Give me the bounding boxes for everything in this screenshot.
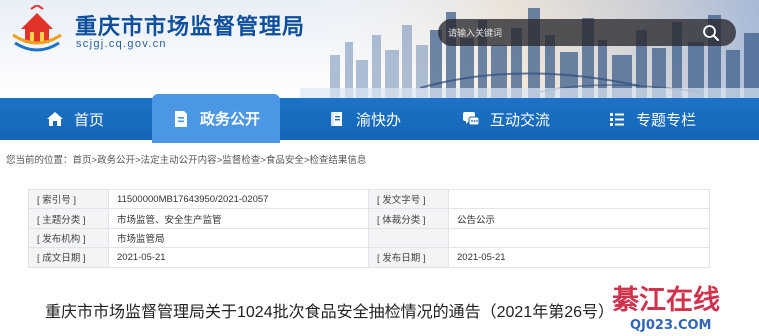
nav-item-label: 首页 (74, 111, 105, 129)
search-icon[interactable] (702, 24, 720, 42)
chat-icon (463, 112, 480, 126)
breadcrumb-item-food-safety[interactable]: 食品安全 (266, 155, 304, 166)
search-box (438, 19, 736, 46)
issuing-agency-value: 市场监管局 (108, 227, 369, 249)
topic-category-value: 市场监管、安全生产监管 (108, 208, 369, 229)
nav-item-label: 政务公开 (200, 111, 261, 128)
breadcrumb: 您当前的位置：首页>政务公开>法定主动公开内容>监督检查>食品安全>检查结果信息 (6, 152, 366, 166)
index-number-value: 11500000MB17643950/2021-02057 (108, 188, 369, 210)
nav-item-yukuaiban[interactable]: 渝快办 (328, 98, 401, 140)
article-title: 重庆市市场监督管理局关于1024批次食品安全抽检情况的通告（2021年第26号） (45, 304, 614, 321)
nav-item-label: 专题专栏 (636, 111, 697, 129)
breadcrumb-item-inspection-results[interactable]: 检查结果信息 (309, 155, 366, 166)
index-number-label: [ 索引号 ] (28, 188, 109, 210)
breadcrumb-prefix: 您当前的位置： (6, 155, 73, 166)
breadcrumb-item-government-affairs[interactable]: 政务公开 (97, 155, 135, 166)
site-header: 重庆市市场监督管理局 scjgj.cq.gov.cn (0, 0, 759, 100)
document-number-value (448, 188, 710, 210)
breadcrumb-item-statutory-disclosure[interactable]: 法定主动公开内容 (141, 155, 217, 166)
document-number-label: [ 发文字号 ] (368, 188, 449, 210)
home-icon (47, 112, 63, 126)
site-title[interactable]: 重庆市市场监督管理局 (75, 9, 305, 41)
svg-text:綦江在线: 綦江在线 (612, 285, 720, 316)
document-icon (175, 110, 187, 127)
issuing-agency-label: [ 发布机构 ] (28, 227, 109, 249)
nav-item-interaction[interactable]: 互动交流 (462, 98, 550, 140)
publish-date-label: [ 发布日期 ] (368, 247, 449, 268)
document-meta-table: [ 索引号 ] 11500000MB17643950/2021-02057 [ … (28, 188, 710, 268)
table-row: [ 索引号 ] 11500000MB17643950/2021-02057 [ … (28, 188, 710, 210)
list-icon (610, 113, 624, 126)
written-date-value: 2021-05-21 (108, 247, 369, 268)
main-nav: 首页 政务公开 渝快办 互动交流 专题专栏 (0, 94, 759, 143)
site-watermark-logo: 綦江在线 QJ023.COM (612, 285, 720, 333)
nav-item-home[interactable]: 首页 (46, 98, 104, 140)
breadcrumb-item-supervision[interactable]: 监督检查 (222, 155, 260, 166)
table-row: [ 成文日期 ] 2021-05-21 [ 发布日期 ] 2021-05-21 (28, 247, 710, 268)
written-date-label: [ 成文日期 ] (28, 247, 109, 268)
table-row: [ 发布机构 ] 市场监管局 (28, 227, 710, 249)
breadcrumb-item-home[interactable]: 首页 (73, 155, 92, 166)
book-icon (331, 112, 342, 126)
nav-item-special-topics[interactable]: 专题专栏 (608, 98, 696, 140)
nav-item-label: 互动交流 (490, 111, 551, 129)
genre-category-label: [ 体裁分类 ] (368, 208, 449, 229)
nav-item-government-affairs[interactable]: 政务公开 (152, 94, 281, 143)
search-input[interactable] (438, 19, 688, 46)
nav-item-label: 渝快办 (356, 111, 402, 129)
table-row: [ 主题分类 ] 市场监管、安全生产监管 [ 体裁分类 ] 公告公示 (28, 208, 710, 229)
logo-emblem (12, 5, 62, 52)
empty-cell (368, 227, 449, 249)
publish-date-value: 2021-05-21 (448, 247, 710, 268)
empty-cell (448, 227, 710, 249)
topic-category-label: [ 主题分类 ] (28, 208, 109, 229)
svg-text:QJ023.COM: QJ023.COM (630, 318, 712, 333)
genre-category-value: 公告公示 (448, 208, 710, 229)
site-domain: scjgj.cq.gov.cn (76, 38, 167, 50)
